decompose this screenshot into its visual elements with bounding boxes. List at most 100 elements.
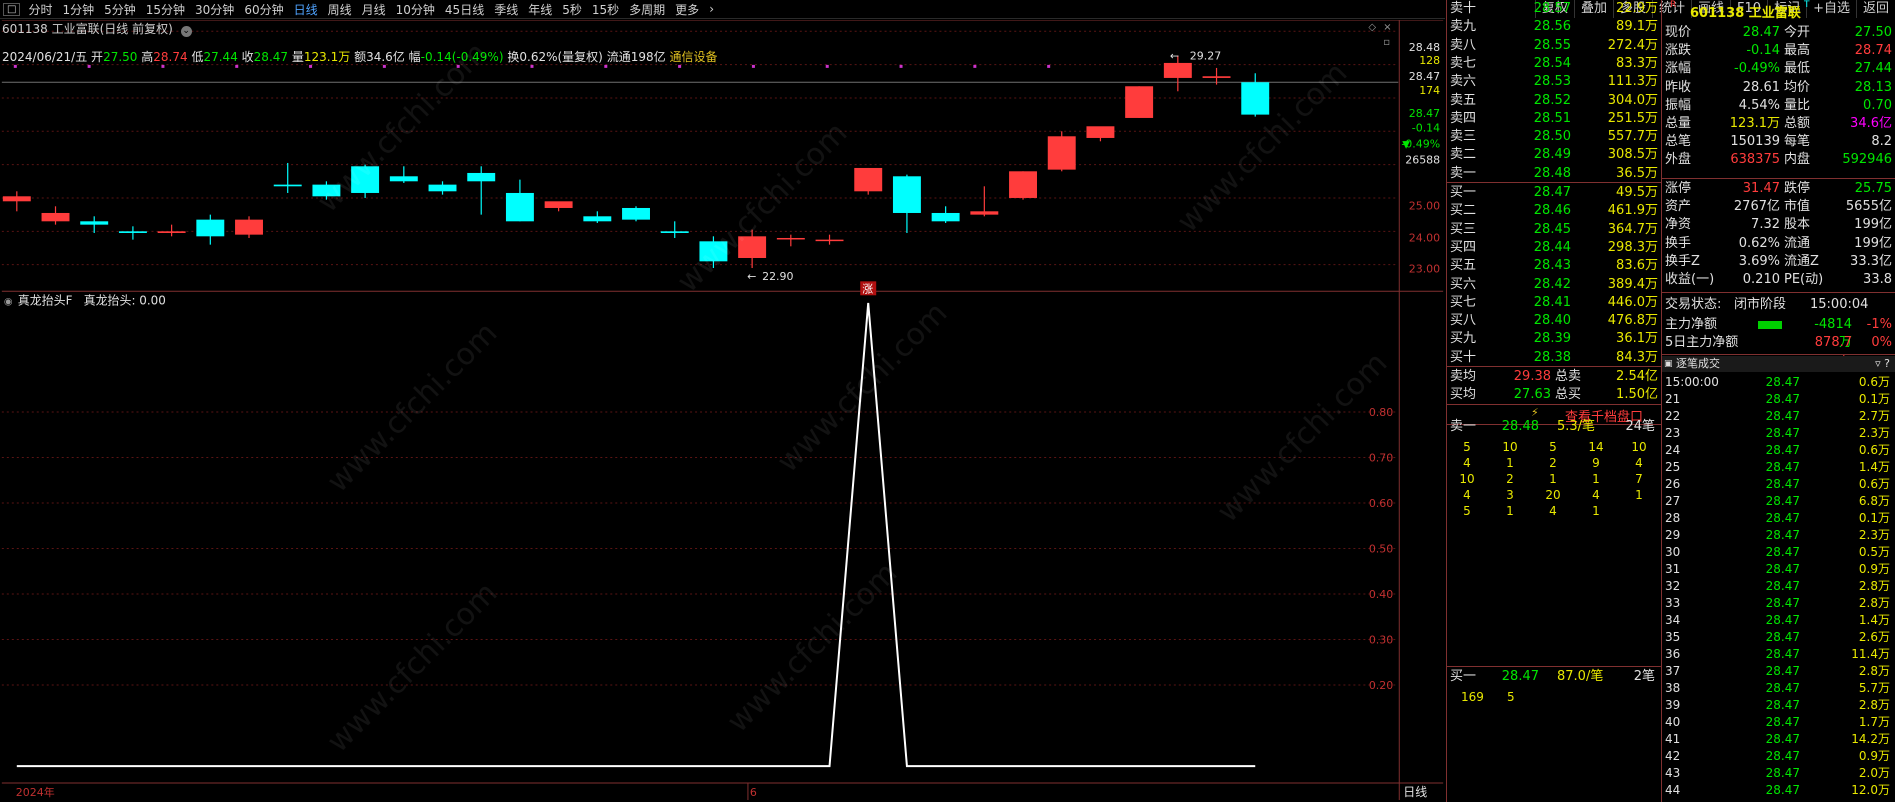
period-tab[interactable]: 日线 xyxy=(289,1,323,18)
candle[interactable] xyxy=(931,206,960,223)
tick-price: 28.47 xyxy=(1765,766,1800,780)
info-icon[interactable]: T xyxy=(1804,0,1810,10)
candle[interactable] xyxy=(467,166,496,215)
ask-row[interactable]: 卖二 28.49 308.5万 xyxy=(1447,146,1661,164)
close-icon[interactable]: × xyxy=(1383,22,1391,33)
period-tab[interactable]: 分时 xyxy=(23,1,57,18)
industry-tag[interactable]: 通信设备 xyxy=(669,50,717,64)
price-axis-label: 174 xyxy=(1419,84,1440,97)
turnover-value: 0.62%(量复权) xyxy=(519,50,603,64)
ask-row[interactable]: 卖九 28.56 89.1万 xyxy=(1447,18,1661,36)
bid-row[interactable]: 买二 28.46 461.9万 xyxy=(1447,202,1661,220)
book-divider xyxy=(1447,182,1661,183)
candle[interactable] xyxy=(815,234,844,245)
candle[interactable] xyxy=(41,206,70,225)
bid-volume: 446.0万 xyxy=(1607,294,1658,310)
period-tab[interactable]: 1分钟 xyxy=(57,1,99,18)
tick-volume: 11.4万 xyxy=(1851,647,1890,661)
tick-volume: 12.0万 xyxy=(1851,783,1890,797)
ask-row[interactable]: 卖五 28.52 304.0万 xyxy=(1447,92,1661,110)
period-tab[interactable]: 30分钟 xyxy=(190,1,239,18)
collapse-square-icon[interactable]: ▫ xyxy=(1383,37,1390,48)
candle[interactable] xyxy=(544,201,573,212)
ask-row[interactable]: 卖八 28.55 272.4万 xyxy=(1447,37,1661,55)
main5-pct: 0% xyxy=(1871,335,1892,350)
candle[interactable] xyxy=(235,216,263,238)
period-tab[interactable]: 10分钟 xyxy=(391,1,440,18)
period-tab[interactable]: 季线 xyxy=(489,1,523,18)
candle[interactable] xyxy=(776,234,805,247)
bid-row[interactable]: 买八 28.40 476.8万 xyxy=(1447,312,1661,330)
period-tab[interactable]: 周线 xyxy=(323,1,357,18)
tick-volume: 0.1万 xyxy=(1858,392,1890,406)
candle[interactable] xyxy=(970,186,999,217)
candle[interactable] xyxy=(389,166,418,183)
candle[interactable] xyxy=(1125,86,1154,118)
bid-row[interactable]: 买五 28.43 83.6万 xyxy=(1447,257,1661,275)
signal-dot xyxy=(235,64,239,68)
period-tab[interactable]: 年线 xyxy=(523,1,557,18)
price-axis-label: 28.48 xyxy=(1409,41,1440,54)
bid-label: 买一 xyxy=(1450,185,1477,200)
kline-chart[interactable]: 29.2722.90←←涨28.4812828.4717428.47-0.14-… xyxy=(0,20,1445,800)
collapse-icon[interactable]: ◉ xyxy=(4,296,13,307)
period-tab[interactable]: 45日线 xyxy=(440,1,489,18)
candle[interactable] xyxy=(2,191,31,212)
period-tab[interactable]: 15秒 xyxy=(587,1,624,18)
candle[interactable] xyxy=(351,164,380,198)
candle[interactable] xyxy=(1009,171,1037,200)
ask-row[interactable]: 卖三 28.50 557.7万 xyxy=(1447,128,1661,146)
candle[interactable] xyxy=(738,229,767,268)
ask-row[interactable]: 卖一 28.48 36.5万 xyxy=(1447,165,1661,183)
bid-row[interactable]: 买四 28.44 298.3万 xyxy=(1447,239,1661,257)
bid-row[interactable]: 买六 28.42 389.4万 xyxy=(1447,276,1661,294)
candle[interactable] xyxy=(1086,126,1115,142)
ask-row[interactable]: 卖四 28.51 251.5万 xyxy=(1447,110,1661,128)
candle[interactable] xyxy=(312,181,341,200)
bid-price: 28.43 xyxy=(1533,258,1571,274)
candle[interactable] xyxy=(583,211,612,223)
ask-row[interactable]: 卖七 28.54 83.3万 xyxy=(1447,55,1661,73)
ask-row[interactable]: 卖十 28.57 22.9万 xyxy=(1447,0,1661,18)
bid-row[interactable]: 买九 28.39 36.1万 xyxy=(1447,330,1661,348)
options-icon[interactable]: ⌄ xyxy=(180,26,192,37)
candle[interactable] xyxy=(854,167,883,195)
candle[interactable] xyxy=(622,206,650,222)
candle[interactable] xyxy=(273,162,302,193)
period-tab[interactable]: 5秒 xyxy=(557,1,587,18)
filter-icon[interactable]: ▿ ? xyxy=(1875,356,1890,372)
bid-row[interactable]: 买十 28.38 84.3万 xyxy=(1447,349,1661,367)
candle[interactable] xyxy=(80,216,109,233)
queue-cell: 5 xyxy=(1463,504,1471,518)
candle[interactable] xyxy=(892,174,921,233)
bid-row[interactable]: 买七 28.41 446.0万 xyxy=(1447,294,1661,312)
bid-row[interactable]: 买一 28.47 49.5万 xyxy=(1447,184,1661,202)
candle[interactable] xyxy=(1241,73,1270,117)
diamond-icon[interactable]: ◇ xyxy=(1368,22,1376,33)
ask-row[interactable]: 卖六 28.53 111.3万 xyxy=(1447,73,1661,91)
period-tab[interactable]: 月线 xyxy=(357,1,391,18)
period-tab[interactable]: 15分钟 xyxy=(141,1,190,18)
period-tab[interactable]: 多周期 xyxy=(624,1,670,18)
period-tab[interactable]: 5分钟 xyxy=(99,1,141,18)
candle[interactable] xyxy=(505,179,534,222)
tick-row: 29 28.47 2.3万 xyxy=(1662,527,1895,544)
candle[interactable] xyxy=(1047,131,1076,172)
turnover-label: 换 xyxy=(507,50,520,64)
tick-time: 29 xyxy=(1665,528,1681,542)
queue-cell: 2 xyxy=(1549,456,1557,470)
period-tab[interactable]: 60分钟 xyxy=(239,1,288,18)
candle[interactable] xyxy=(428,181,457,195)
bid-label: 买四 xyxy=(1450,239,1477,255)
candle[interactable] xyxy=(660,221,689,238)
candle[interactable] xyxy=(699,236,728,268)
more-arrow-icon[interactable]: › xyxy=(704,2,719,16)
candle[interactable] xyxy=(118,226,147,240)
candle[interactable] xyxy=(157,224,186,237)
period-tab[interactable]: 更多 xyxy=(670,1,704,18)
ask-volume: 272.4万 xyxy=(1607,37,1658,53)
bid-label: 买十 xyxy=(1450,349,1477,365)
candle[interactable] xyxy=(196,214,225,245)
menu-icon[interactable]: □ xyxy=(3,2,21,16)
bid-row[interactable]: 买三 28.45 364.7万 xyxy=(1447,221,1661,239)
